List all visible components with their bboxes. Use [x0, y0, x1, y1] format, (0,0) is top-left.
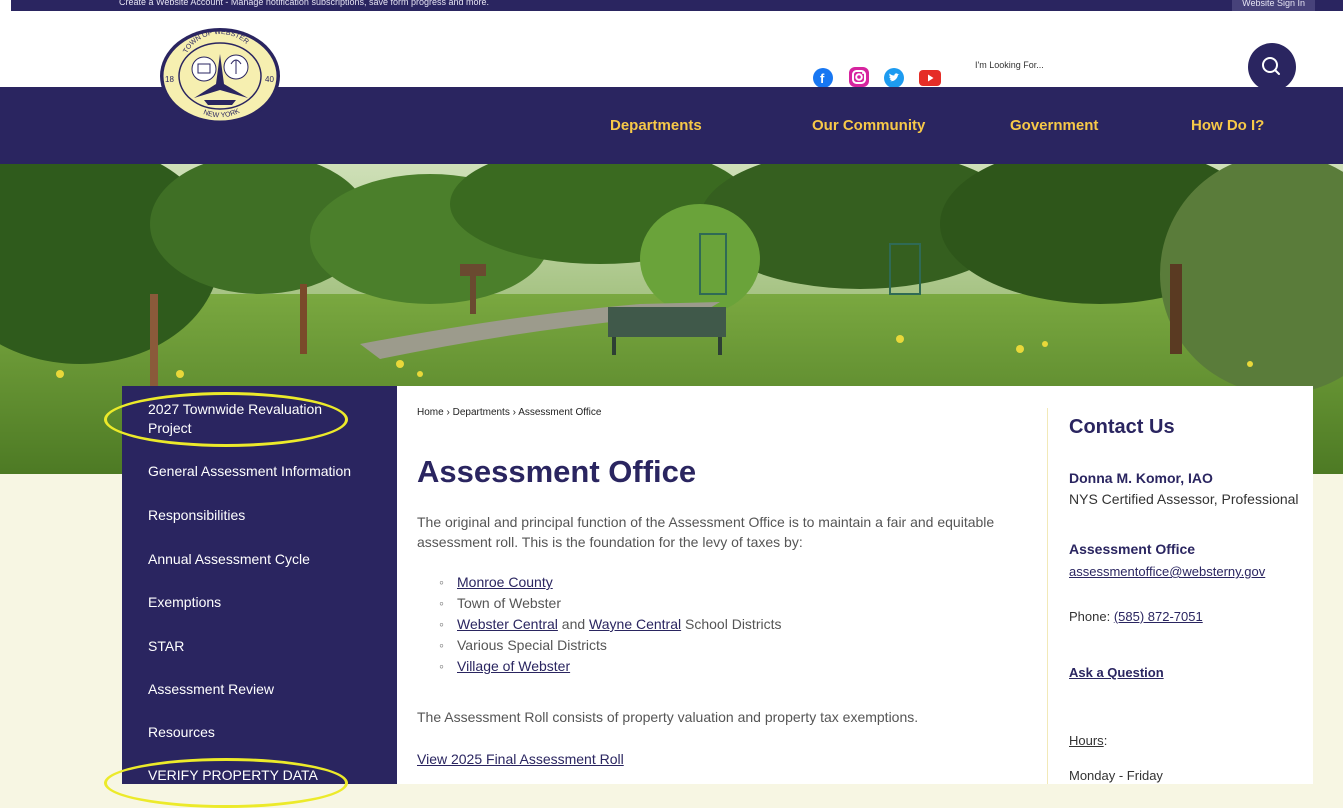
highlight-circle-verify-data — [104, 758, 348, 808]
breadcrumb-home[interactable]: Home — [417, 407, 444, 418]
website-signin-button[interactable]: Website Sign In — [1232, 0, 1315, 11]
page-title: Assessment Office — [417, 454, 697, 489]
sidebar-item-assessment-review[interactable]: Assessment Review — [148, 680, 274, 699]
phone-line: Phone: (585) 872-7051 — [1069, 609, 1203, 624]
breadcrumb-current: Assessment Office — [518, 407, 602, 418]
twitter-icon[interactable] — [884, 68, 904, 88]
contact-panel: Contact Us Donna M. Komor, IAO NYS Certi… — [1069, 416, 1309, 783]
final-assessment-roll-link[interactable]: View 2025 Final Assessment Roll — [417, 751, 624, 767]
sidebar-item-exemptions[interactable]: Exemptions — [148, 593, 221, 612]
contact-title: Contact Us — [1069, 416, 1175, 438]
account-banner: Create a Website Account - Manage notifi… — [11, 0, 1343, 11]
breadcrumb: Home › Departments › Assessment Office — [417, 407, 601, 418]
tax-levy-list: Monroe County Town of Webster Webster Ce… — [439, 572, 781, 677]
nav-how-do-i[interactable]: How Do I? — [1191, 117, 1264, 134]
sidebar-item-star[interactable]: STAR — [148, 637, 184, 656]
search-input[interactable]: I'm Looking For... — [975, 60, 1044, 70]
office-email-link[interactable]: assessmentoffice@websterny.gov — [1069, 564, 1265, 579]
nav-departments[interactable]: Departments — [610, 117, 702, 134]
search-button[interactable] — [1248, 43, 1296, 91]
intro-paragraph: The original and principal function of t… — [417, 514, 995, 550]
content-divider — [1047, 408, 1048, 784]
office-name: Assessment Office — [1069, 541, 1196, 557]
list-item: Various Special Districts — [439, 635, 781, 656]
sidebar-item-annual-cycle[interactable]: Annual Assessment Cycle — [148, 550, 310, 569]
sidebar-item-resources[interactable]: Resources — [148, 723, 215, 742]
nav-our-community[interactable]: Our Community — [812, 117, 925, 134]
phone-link[interactable]: (585) 872-7051 — [1114, 609, 1203, 624]
breadcrumb-separator: › — [512, 407, 516, 418]
create-account-link[interactable]: Create a Website Account - Manage notifi… — [119, 0, 489, 8]
list-item: Monroe County — [439, 572, 781, 593]
breadcrumb-separator: › — [446, 407, 450, 418]
ask-a-question-link[interactable]: Ask a Question — [1069, 665, 1164, 680]
svg-text:f: f — [820, 71, 825, 86]
hours-days: Monday - Friday — [1069, 768, 1163, 783]
list-item: Village of Webster — [439, 656, 781, 677]
webster-central-link[interactable]: Webster Central — [457, 616, 558, 632]
breadcrumb-departments[interactable]: Departments — [453, 407, 510, 418]
wayne-central-link[interactable]: Wayne Central — [589, 616, 681, 632]
assessor-title: NYS Certified Assessor, Professional — [1069, 491, 1299, 507]
hours-label: Hours: — [1069, 733, 1108, 748]
main-content: Home › Departments › Assessment Office A… — [397, 386, 1313, 784]
highlight-circle-revaluation — [104, 392, 348, 447]
sidebar-item-general-info[interactable]: General Assessment Information — [148, 462, 351, 481]
list-item: Town of Webster — [439, 593, 781, 614]
town-seal-logo[interactable]: TOWN OF WEBSTER NEW YORK 18 40 — [158, 26, 282, 126]
svg-text:40: 40 — [265, 75, 274, 84]
svg-text:18: 18 — [165, 75, 174, 84]
facebook-icon[interactable]: f — [813, 68, 833, 88]
instagram-icon[interactable] — [849, 67, 869, 87]
nav-government[interactable]: Government — [1010, 117, 1098, 134]
monroe-county-link[interactable]: Monroe County — [457, 574, 553, 590]
youtube-icon[interactable] — [919, 70, 941, 86]
village-of-webster-link[interactable]: Village of Webster — [457, 658, 570, 674]
assessor-name: Donna M. Komor, IAO — [1069, 470, 1213, 486]
search-icon — [1262, 57, 1280, 75]
list-item: Webster Central and Wayne Central School… — [439, 614, 781, 635]
assessment-roll-text: The Assessment Roll consists of property… — [417, 709, 919, 725]
sidebar-item-responsibilities[interactable]: Responsibilities — [148, 506, 245, 525]
